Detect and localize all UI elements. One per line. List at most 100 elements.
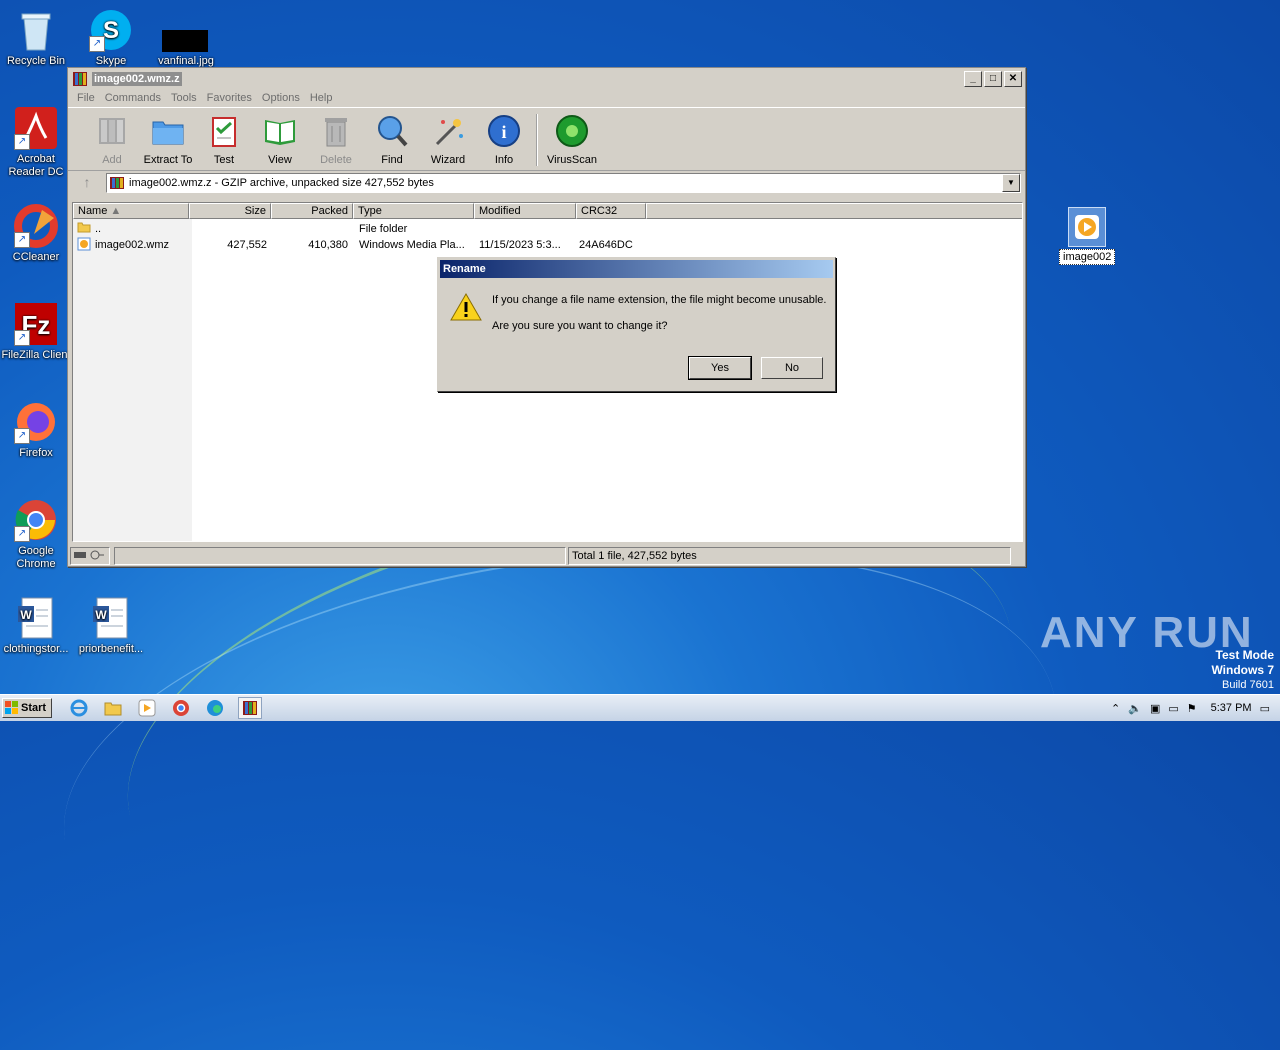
edge-taskbar-icon[interactable] xyxy=(204,698,226,718)
network-icon[interactable]: ▣ xyxy=(1150,702,1160,715)
system-tray: ⌃ 🔈 ▣ ▭ ⚑ 5:37 PM ▭ xyxy=(1111,695,1280,721)
menu-tools[interactable]: Tools xyxy=(166,92,202,104)
virusscan-button[interactable]: VirusScan xyxy=(544,108,600,166)
extract-to-button[interactable]: Extract To xyxy=(140,108,196,166)
chrome-taskbar-icon[interactable] xyxy=(170,698,192,718)
tool-label: Test xyxy=(213,154,235,166)
tool-label: View xyxy=(268,154,292,166)
maximize-button[interactable]: □ xyxy=(984,70,1002,87)
table-row[interactable]: .. File folder xyxy=(73,221,1022,237)
action-center-flag-icon[interactable]: ⚑ xyxy=(1187,702,1197,715)
column-header-size[interactable]: Size xyxy=(189,203,271,219)
view-button[interactable]: View xyxy=(252,108,308,166)
media-player-taskbar-icon[interactable] xyxy=(136,698,158,718)
warning-icon xyxy=(450,292,482,321)
image-file-icon xyxy=(162,8,208,52)
shortcut-arrow-icon: ↗ xyxy=(89,36,105,52)
window-titlebar[interactable]: image002.wmz.z _ □ ✕ xyxy=(68,68,1025,89)
desktop-icon-label: clothingstor... xyxy=(3,643,69,655)
tool-label: Add xyxy=(102,154,122,166)
taskbar: Start ⌃ 🔈 ▣ ▭ ⚑ 5:37 PM ▭ xyxy=(0,694,1280,721)
column-header-type[interactable]: Type xyxy=(353,203,474,219)
dialog-title[interactable]: Rename xyxy=(440,260,833,278)
desktop-icon-label: Acrobat Reader DC xyxy=(8,153,64,178)
media-file-icon xyxy=(1068,207,1106,247)
address-bar: ↑ image002.wmz.z - GZIP archive, unpacke… xyxy=(68,171,1025,195)
column-header-modified[interactable]: Modified xyxy=(474,203,576,219)
column-headers: Name ▲ Size Packed Type Modified CRC32 xyxy=(73,203,1022,219)
toolbar: Add Extract To Test View Delete Find Wiz… xyxy=(68,107,1025,171)
power-icon[interactable]: ▭ xyxy=(1168,702,1178,715)
menu-help[interactable]: Help xyxy=(305,92,338,104)
desktop-icon-filezilla[interactable]: Fz ↗ FileZilla Client xyxy=(0,302,74,362)
ccleaner-icon: ↗ xyxy=(14,204,58,248)
word-document-icon: W xyxy=(89,596,133,640)
row-size: 427,552 xyxy=(227,239,267,251)
menu-options[interactable]: Options xyxy=(257,92,305,104)
archive-path-text: image002.wmz.z - GZIP archive, unpacked … xyxy=(129,177,434,189)
find-button[interactable]: Find xyxy=(364,108,420,166)
clock[interactable]: 5:37 PM xyxy=(1211,702,1252,714)
status-total-text: Total 1 file, 427,552 bytes xyxy=(568,547,1011,565)
tool-label: Info xyxy=(494,154,514,166)
status-bar: Total 1 file, 427,552 bytes xyxy=(68,546,1025,566)
desktop-icon-chrome[interactable]: ↗ Google Chrome xyxy=(0,498,74,571)
column-header-packed[interactable]: Packed xyxy=(271,203,353,219)
add-button[interactable]: Add xyxy=(84,108,140,166)
table-row[interactable]: image002.wmz 427,552 410,380 Windows Med… xyxy=(73,237,1022,253)
volume-icon[interactable]: 🔈 xyxy=(1128,702,1142,715)
desktop-icon-label: Google Chrome xyxy=(16,545,56,570)
desktop-icon-image002[interactable]: image002 xyxy=(1059,207,1116,265)
ie-taskbar-icon[interactable] xyxy=(68,698,90,718)
recycle-bin-icon xyxy=(14,8,58,52)
winrar-icon xyxy=(73,71,87,86)
minimize-button[interactable]: _ xyxy=(964,70,982,87)
archive-path-combo[interactable]: image002.wmz.z - GZIP archive, unpacked … xyxy=(106,173,1021,193)
explorer-taskbar-icon[interactable] xyxy=(102,698,124,718)
test-button[interactable]: Test xyxy=(196,108,252,166)
desktop-icon-clothingstore-doc[interactable]: W clothingstor... xyxy=(0,596,74,656)
drive-status-icon[interactable] xyxy=(70,547,110,565)
skype-icon: S ↗ xyxy=(89,8,133,52)
svg-text:W: W xyxy=(20,608,32,622)
show-desktop-icon[interactable]: ▭ xyxy=(1260,702,1270,715)
desktop-icon-acrobat[interactable]: ↗ Acrobat Reader DC xyxy=(0,106,74,179)
status-panel-left xyxy=(114,547,566,565)
desktop-icon-firefox[interactable]: ↗ Firefox xyxy=(0,400,74,460)
row-crc32: 24A646DC xyxy=(579,239,633,251)
desktop-icon-label: image002 xyxy=(1059,249,1116,265)
menu-commands[interactable]: Commands xyxy=(100,92,166,104)
start-label: Start xyxy=(21,702,47,714)
svg-text:i: i xyxy=(501,122,506,142)
no-button[interactable]: No xyxy=(761,357,823,379)
column-header-crc32[interactable]: CRC32 xyxy=(576,203,646,219)
delete-button[interactable]: Delete xyxy=(308,108,364,166)
wizard-button[interactable]: Wizard xyxy=(420,108,476,166)
close-button[interactable]: ✕ xyxy=(1004,70,1022,87)
shortcut-arrow-icon: ↗ xyxy=(14,134,30,150)
menu-file[interactable]: File xyxy=(72,92,100,104)
shortcut-arrow-icon: ↗ xyxy=(14,330,30,346)
info-button[interactable]: i Info xyxy=(476,108,532,166)
tool-label: Find xyxy=(381,154,403,166)
winrar-icon xyxy=(110,177,124,189)
svg-text:W: W xyxy=(95,608,107,622)
desktop-icon-vanfinal[interactable]: vanfinal.jpg xyxy=(148,8,224,68)
show-hidden-icons-icon[interactable]: ⌃ xyxy=(1111,702,1120,715)
row-name: image002.wmz xyxy=(95,239,169,251)
up-folder-button[interactable]: ↑ xyxy=(74,174,100,192)
start-button[interactable]: Start xyxy=(2,698,52,718)
archive-add-icon xyxy=(99,118,125,144)
desktop-icon-skype[interactable]: S ↗ Skype xyxy=(73,8,149,68)
yes-button[interactable]: Yes xyxy=(688,356,752,380)
winrar-taskbar-icon[interactable] xyxy=(238,697,262,719)
desktop-icon-priorbenefit-doc[interactable]: W priorbenefit... xyxy=(73,596,149,656)
desktop-icon-recycle-bin[interactable]: Recycle Bin xyxy=(0,8,74,68)
column-header-name[interactable]: Name ▲ xyxy=(73,203,189,219)
desktop-icon-ccleaner[interactable]: ↗ CCleaner xyxy=(0,204,74,264)
chrome-icon: ↗ xyxy=(14,498,58,542)
shortcut-arrow-icon: ↗ xyxy=(14,526,30,542)
menu-favorites[interactable]: Favorites xyxy=(202,92,257,104)
chevron-down-icon[interactable]: ▼ xyxy=(1002,174,1020,192)
magnifier-icon xyxy=(378,116,408,147)
